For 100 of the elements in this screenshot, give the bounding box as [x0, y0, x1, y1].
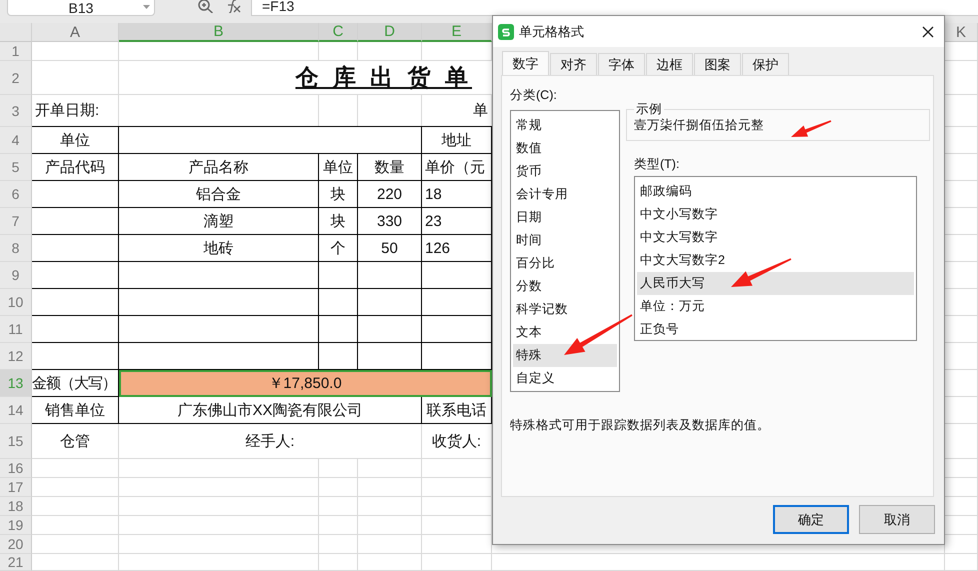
- name-box[interactable]: B13: [7, 0, 155, 16]
- empty-cell: [358, 554, 422, 571]
- tab[interactable]: 对齐: [550, 53, 597, 75]
- list-item[interactable]: 中文小写数字: [637, 203, 914, 226]
- close-icon[interactable]: [922, 26, 934, 38]
- table-cell: 数量: [358, 154, 422, 181]
- tab[interactable]: 数字: [502, 51, 549, 76]
- table-cell: 地砖: [119, 235, 319, 262]
- list-item[interactable]: 人民币大写: [637, 272, 914, 295]
- sheet-title: 仓 库 出 货 单: [119, 61, 492, 95]
- empty-cell: [358, 459, 422, 478]
- table-cell: 滴塑: [119, 208, 319, 235]
- row-header[interactable]: 21: [0, 554, 32, 571]
- description-text: 特殊格式可用于跟踪数据列表及数据库的值。: [510, 417, 771, 434]
- dialog-title: 单元格格式: [519, 22, 584, 40]
- list-item[interactable]: 科学记数: [513, 298, 617, 321]
- cancel-button[interactable]: 取消: [859, 505, 935, 534]
- tab[interactable]: 边框: [646, 53, 693, 75]
- list-item[interactable]: 邮政编码: [637, 180, 914, 203]
- row-header[interactable]: 1: [0, 42, 32, 61]
- table-cell: ￥17,850.0: [119, 370, 492, 397]
- row-header[interactable]: 17: [0, 478, 32, 497]
- category-label: 分类(C):: [510, 87, 558, 104]
- row-header[interactable]: 3: [0, 95, 32, 127]
- tab[interactable]: 图案: [694, 53, 741, 75]
- empty-cell: [319, 316, 358, 343]
- table-cell: 经手人:: [119, 424, 422, 459]
- list-item[interactable]: 分数: [513, 275, 617, 298]
- empty-cell: [319, 554, 358, 571]
- row-header[interactable]: 20: [0, 535, 32, 554]
- empty-cell: [358, 316, 422, 343]
- row-header[interactable]: 7: [0, 208, 32, 235]
- group-legend: 示例: [634, 101, 664, 118]
- type-label: 类型(T):: [634, 156, 680, 173]
- row-header[interactable]: 19: [0, 516, 32, 535]
- row-header[interactable]: 10: [0, 289, 32, 316]
- row-header[interactable]: 5: [0, 154, 32, 181]
- sample-value: 壹万柒仟捌佰伍拾元整: [634, 117, 765, 134]
- list-item[interactable]: 文本: [513, 321, 617, 344]
- list-item[interactable]: 中文大写数字2: [637, 249, 914, 272]
- empty-cell: [319, 497, 358, 516]
- empty-cell: [358, 516, 422, 535]
- empty-cell: [358, 535, 422, 554]
- row-header[interactable]: 15: [0, 424, 32, 459]
- table-cell: 50: [358, 235, 422, 262]
- list-item[interactable]: 特殊: [513, 344, 617, 367]
- empty-cell: [319, 516, 358, 535]
- list-item[interactable]: 常规: [513, 114, 617, 137]
- list-item[interactable]: 日期: [513, 206, 617, 229]
- empty-cell: [422, 554, 492, 571]
- empty-cell: [319, 459, 358, 478]
- list-item[interactable]: 会计专用: [513, 183, 617, 206]
- row-header[interactable]: 11: [0, 316, 32, 343]
- list-item[interactable]: 数值: [513, 137, 617, 160]
- function-icon[interactable]: [225, 0, 241, 13]
- row-header[interactable]: 6: [0, 181, 32, 208]
- category-list[interactable]: 常规 数值 货币 会计专用 日期 时间 百分比 分数 科学记数 文本 特殊 自定义: [510, 110, 620, 392]
- row-header[interactable]: 18: [0, 497, 32, 516]
- row-header[interactable]: 4: [0, 127, 32, 154]
- tab[interactable]: 保护: [742, 53, 789, 75]
- row-header[interactable]: 16: [0, 459, 32, 478]
- list-item[interactable]: 时间: [513, 229, 617, 252]
- list-item[interactable]: 正负号: [637, 318, 914, 341]
- row-header[interactable]: 12: [0, 343, 32, 370]
- list-item[interactable]: 货币: [513, 160, 617, 183]
- table-cell: 广东佛山市XX陶瓷有限公司: [119, 397, 422, 424]
- empty-cell: [358, 42, 422, 61]
- list-item[interactable]: 百分比: [513, 252, 617, 275]
- app-logo-icon: [498, 24, 514, 40]
- table-cell: 仓管: [32, 424, 119, 459]
- table-cell: 个: [319, 235, 358, 262]
- row-header[interactable]: 9: [0, 262, 32, 289]
- formula-field[interactable]: =F13: [251, 0, 978, 16]
- empty-cell: [319, 42, 358, 61]
- empty-cell: [319, 262, 358, 289]
- list-item[interactable]: 自定义: [513, 367, 617, 390]
- table-cell: 产品名称: [119, 154, 319, 181]
- table-cell: 330: [358, 208, 422, 235]
- list-item[interactable]: 中文大写数字: [637, 226, 914, 249]
- empty-cell: [358, 478, 422, 497]
- table-cell: 产品代码: [32, 154, 119, 181]
- row-header[interactable]: 2: [0, 61, 32, 95]
- zoom-icon[interactable]: [197, 0, 215, 13]
- table-cell: 单位: [32, 127, 119, 154]
- row-header[interactable]: 8: [0, 235, 32, 262]
- ok-button[interactable]: 确定: [773, 505, 849, 534]
- list-item[interactable]: 单位：万元: [637, 295, 914, 318]
- empty-cell: [358, 497, 422, 516]
- empty-cell: [358, 262, 422, 289]
- empty-cell: [319, 478, 358, 497]
- table-cell: 单位: [319, 154, 358, 181]
- table-cell: 开单日期:: [32, 95, 119, 127]
- empty-cell: [358, 289, 422, 316]
- table-cell: 铝合金: [119, 181, 319, 208]
- row-header[interactable]: 14: [0, 397, 32, 424]
- dropdown-caret-icon[interactable]: [143, 5, 150, 9]
- tab[interactable]: 字体: [598, 53, 645, 75]
- type-list[interactable]: 邮政编码 中文小写数字 中文大写数字 中文大写数字2 人民币大写 单位：万元 正负号: [634, 176, 917, 341]
- empty-cell: [319, 535, 358, 554]
- table-cell: 销售单位: [32, 397, 119, 424]
